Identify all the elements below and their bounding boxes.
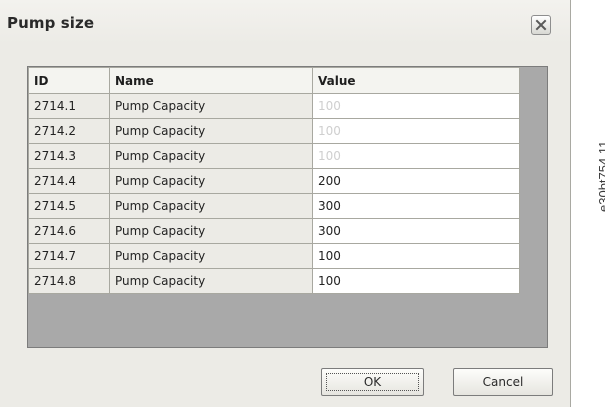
table-row[interactable]: 2714.3 Pump Capacity 100: [28, 143, 520, 169]
cell-name: Pump Capacity: [109, 143, 313, 169]
figure-id-text: e30bt754.11: [596, 140, 605, 212]
figure-id-label: e30bt754.11: [582, 12, 605, 212]
cell-name: Pump Capacity: [109, 268, 313, 294]
table-row[interactable]: 2714.7 Pump Capacity 100: [28, 243, 520, 269]
table-row[interactable]: 2714.4 Pump Capacity 200: [28, 168, 520, 194]
cell-name: Pump Capacity: [109, 218, 313, 244]
cancel-button[interactable]: Cancel: [453, 368, 553, 396]
table-header-row: ID Name Value: [28, 67, 520, 94]
cell-id: 2714.4: [28, 168, 110, 194]
cell-id: 2714.5: [28, 193, 110, 219]
cell-id: 2714.6: [28, 218, 110, 244]
parameter-grid: ID Name Value 2714.1 Pump Capacity 100 2714…: [27, 66, 548, 348]
cell-value[interactable]: 300: [312, 218, 520, 244]
cell-id: 2714.1: [28, 93, 110, 119]
cell-name: Pump Capacity: [109, 118, 313, 144]
cell-name: Pump Capacity: [109, 243, 313, 269]
cell-value: 100: [312, 93, 520, 119]
parameter-table: ID Name Value 2714.1 Pump Capacity 100 2714…: [28, 67, 520, 294]
cell-name: Pump Capacity: [109, 93, 313, 119]
close-button[interactable]: [531, 15, 551, 35]
column-header-value[interactable]: Value: [312, 67, 520, 94]
cell-value[interactable]: 200: [312, 168, 520, 194]
focus-rectangle: [326, 373, 419, 391]
pump-size-dialog: Pump size ID Name Value 2714.1 Pump Capac…: [0, 0, 571, 407]
column-header-name[interactable]: Name: [109, 67, 313, 94]
cell-name: Pump Capacity: [109, 193, 313, 219]
table-row[interactable]: 2714.5 Pump Capacity 300: [28, 193, 520, 219]
cancel-button-label: Cancel: [482, 375, 524, 389]
cell-value[interactable]: 100: [312, 268, 520, 294]
dialog-title: Pump size: [7, 14, 95, 32]
column-header-id[interactable]: ID: [28, 67, 110, 94]
cell-value[interactable]: 100: [312, 243, 520, 269]
table-row[interactable]: 2714.8 Pump Capacity 100: [28, 268, 520, 294]
table-row[interactable]: 2714.2 Pump Capacity 100: [28, 118, 520, 144]
cell-name: Pump Capacity: [109, 168, 313, 194]
ok-button[interactable]: OK: [321, 368, 424, 396]
close-icon: [535, 19, 547, 31]
title-bar: Pump size: [0, 0, 570, 44]
table-row[interactable]: 2714.1 Pump Capacity 100: [28, 93, 520, 119]
cell-value: 100: [312, 118, 520, 144]
cell-id: 2714.2: [28, 118, 110, 144]
cell-id: 2714.3: [28, 143, 110, 169]
cell-id: 2714.8: [28, 268, 110, 294]
table-row[interactable]: 2714.6 Pump Capacity 300: [28, 218, 520, 244]
cell-value[interactable]: 300: [312, 193, 520, 219]
cell-value: 100: [312, 143, 520, 169]
cell-id: 2714.7: [28, 243, 110, 269]
